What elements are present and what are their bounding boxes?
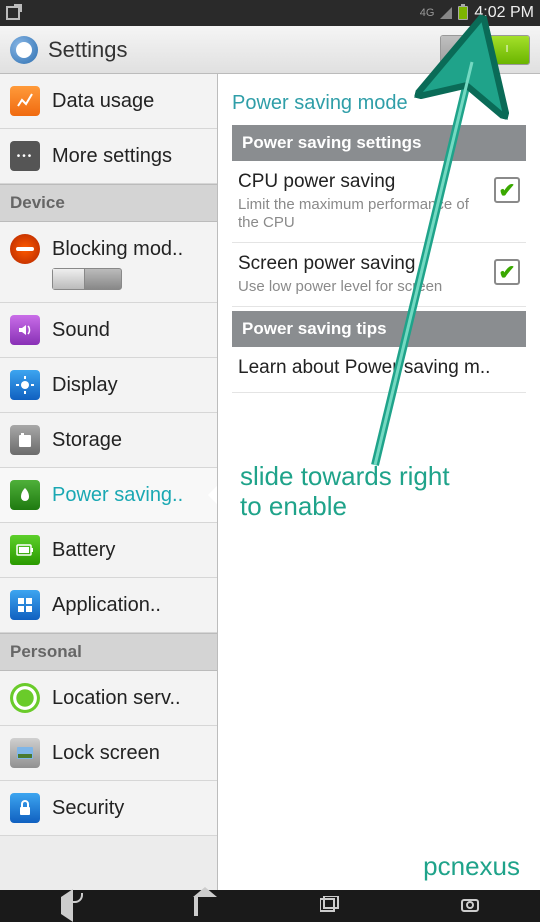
signal-icon — [440, 7, 452, 19]
screen-checkbox[interactable]: ✔ — [494, 259, 520, 285]
sidebar-item-location[interactable]: Location serv.. — [0, 671, 217, 726]
power-saving-icon — [10, 480, 40, 510]
page-title: Settings — [48, 37, 128, 63]
content-pane: Power saving mode Power saving settings … — [218, 74, 540, 890]
sidebar-item-label: Data usage — [52, 90, 154, 113]
blocking-mode-toggle[interactable] — [52, 268, 122, 290]
sidebar-item-label: Sound — [52, 319, 110, 342]
storage-icon — [10, 425, 40, 455]
more-icon: ••• — [10, 141, 40, 171]
system-navbar — [0, 890, 540, 922]
signal-text: 4G — [420, 7, 435, 19]
nav-screenshot[interactable] — [461, 896, 479, 917]
sidebar-item-label: Lock screen — [52, 742, 160, 765]
sidebar-item-sound[interactable]: Sound — [0, 303, 217, 358]
row-subtitle: Use low power level for screen — [238, 278, 484, 296]
sidebar-item-label: Application.. — [52, 594, 161, 617]
lock-screen-icon — [10, 738, 40, 768]
row-screen-power-saving[interactable]: Screen power saving Use low power level … — [232, 243, 526, 307]
sidebar-item-label: Security — [52, 797, 124, 820]
row-title: Learn about Power saving m.. — [238, 357, 520, 379]
sound-icon — [10, 315, 40, 345]
battery-icon — [10, 535, 40, 565]
clock: 4:02 PM — [474, 4, 534, 22]
annotation-watermark: pcnexus — [423, 851, 520, 882]
sidebar-item-security[interactable]: Security — [0, 781, 217, 836]
sidebar-header-device: Device — [0, 184, 217, 222]
camera-icon — [461, 896, 479, 912]
sidebar-item-label: Power saving.. — [52, 484, 183, 507]
multitask-icon — [6, 6, 20, 20]
row-subtitle: Limit the maximum performance of the CPU — [238, 196, 484, 232]
check-icon: ✔ — [499, 260, 516, 285]
sidebar-item-more-settings[interactable]: ••• More settings — [0, 129, 217, 184]
row-title: Screen power saving — [238, 253, 484, 275]
nav-back[interactable] — [61, 897, 73, 915]
security-icon — [10, 793, 40, 823]
apps-icon — [10, 590, 40, 620]
settings-icon — [10, 36, 38, 64]
app-header: Settings I — [0, 26, 540, 74]
nav-recent[interactable] — [320, 896, 340, 917]
blocking-icon — [10, 234, 40, 264]
settings-sidebar: Data usage ••• More settings Device Bloc… — [0, 74, 218, 890]
sidebar-item-label: Location serv.. — [52, 687, 181, 710]
row-cpu-power-saving[interactable]: CPU power saving Limit the maximum perfo… — [232, 161, 526, 243]
sidebar-item-label: Storage — [52, 429, 122, 452]
nav-home[interactable] — [194, 897, 198, 915]
back-icon — [61, 889, 73, 922]
location-icon — [10, 683, 40, 713]
data-usage-icon — [10, 86, 40, 116]
mode-title: Power saving mode — [232, 92, 526, 115]
power-saving-master-toggle[interactable]: I — [440, 35, 530, 65]
check-icon: ✔ — [499, 178, 516, 203]
sidebar-item-blocking-mode[interactable]: Blocking mod.. — [0, 222, 217, 268]
status-bar: 4G 4:02 PM — [0, 0, 540, 26]
sidebar-item-power-saving[interactable]: Power saving.. — [0, 468, 217, 523]
sidebar-item-label: Blocking mod.. — [52, 238, 183, 261]
row-learn-about[interactable]: Learn about Power saving m.. — [232, 347, 526, 393]
sidebar-header-personal: Personal — [0, 633, 217, 671]
sidebar-item-storage[interactable]: Storage — [0, 413, 217, 468]
toggle-on-half: I — [485, 36, 529, 64]
sidebar-item-label: Battery — [52, 539, 115, 562]
sidebar-item-label: More settings — [52, 145, 172, 168]
blocking-mode-toggle-row — [0, 268, 217, 303]
row-title: CPU power saving — [238, 171, 484, 193]
home-icon — [194, 897, 198, 916]
cpu-checkbox[interactable]: ✔ — [494, 177, 520, 203]
sidebar-item-applications[interactable]: Application.. — [0, 578, 217, 633]
sidebar-item-data-usage[interactable]: Data usage — [0, 74, 217, 129]
sidebar-item-lock-screen[interactable]: Lock screen — [0, 726, 217, 781]
display-icon — [10, 370, 40, 400]
recent-icon — [320, 896, 340, 912]
section-header-tips: Power saving tips — [232, 311, 526, 347]
toggle-off-half — [441, 36, 485, 64]
sidebar-item-battery[interactable]: Battery — [0, 523, 217, 578]
section-header-settings: Power saving settings — [232, 125, 526, 161]
battery-icon — [458, 6, 468, 20]
sidebar-item-label: Display — [52, 374, 118, 397]
sidebar-item-display[interactable]: Display — [0, 358, 217, 413]
